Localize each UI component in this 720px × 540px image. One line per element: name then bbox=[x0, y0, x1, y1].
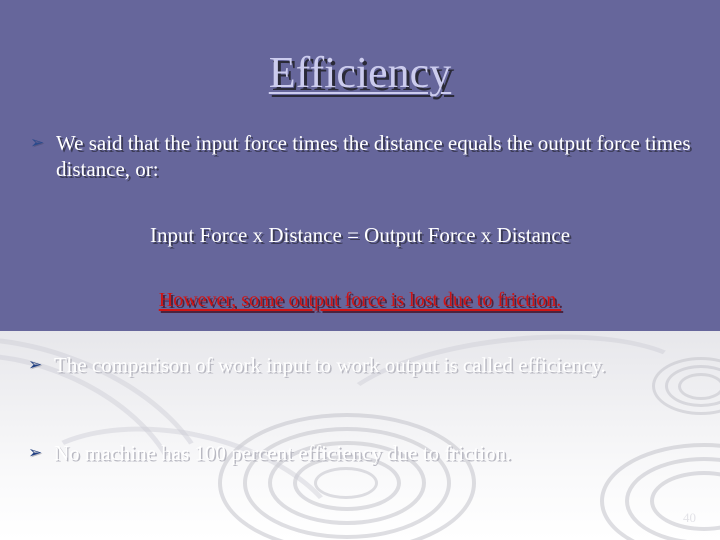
friction-note: However, some output force is lost due t… bbox=[158, 289, 562, 311]
bullet-item-1: ➢ We said that the input force times the… bbox=[30, 130, 716, 182]
slide-title: Efficiency bbox=[268, 48, 452, 97]
equation-line: Input Force x Distance = Output Force x … bbox=[149, 223, 571, 247]
page-number: 40 bbox=[683, 510, 696, 525]
bullet-arrow-icon: ➢ bbox=[28, 443, 43, 463]
bullet-arrow-icon: ➢ bbox=[28, 355, 43, 375]
bullet-item-2: ➢ The comparison of work input to work o… bbox=[28, 352, 688, 378]
bullet-item-3: ➢ No machine has 100 percent efficiency … bbox=[28, 440, 698, 466]
slide-canvas: Efficiency ➢ We said that the input forc… bbox=[0, 0, 720, 540]
bullet-arrow-icon: ➢ bbox=[30, 133, 45, 153]
bullet-item-3-text: No machine has 100 percent efficiency du… bbox=[54, 441, 512, 465]
bullet-item-1-text: We said that the input force times the d… bbox=[56, 131, 691, 181]
bullet-item-2-text: The comparison of work input to work out… bbox=[54, 353, 606, 377]
